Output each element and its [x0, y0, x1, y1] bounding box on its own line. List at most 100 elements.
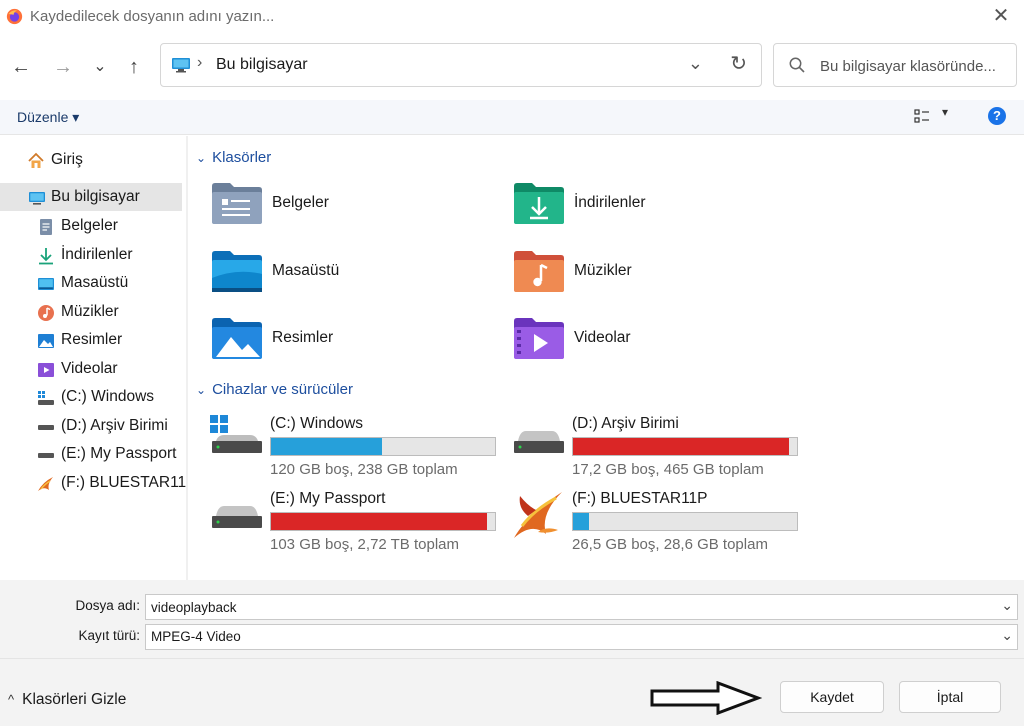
drive-name: (D:) Arşiv Birimi: [572, 415, 679, 432]
drive-icon: [212, 506, 262, 528]
sidebar-item-label: (C:) Windows: [61, 388, 155, 405]
sidebar-item-desktop[interactable]: Masaüstü: [0, 269, 182, 297]
sidebar-item-home[interactable]: Giriş: [0, 146, 182, 174]
filetype-label: Kayıt türü:: [78, 628, 140, 643]
sidebar-item-label: (E:) My Passport: [61, 445, 177, 462]
search-input[interactable]: [820, 54, 1012, 78]
drive-item-e[interactable]: (E:) My Passport 103 GB boş, 2,72 TB top…: [210, 486, 510, 562]
windows-drive-icon: [38, 391, 54, 405]
sidebar-item-drive-e[interactable]: (E:) My Passport: [0, 440, 182, 468]
sidebar-item-drive-f[interactable]: (F:) BLUESTAR11P: [0, 469, 197, 497]
firefox-icon: [6, 8, 23, 25]
music-folder-icon: [514, 251, 564, 292]
sidebar-item-drive-d[interactable]: (D:) Arşiv Birimi: [0, 412, 182, 440]
forward-button[interactable]: →: [50, 54, 76, 80]
view-dropdown-icon[interactable]: ▾: [942, 105, 948, 119]
breadcrumb[interactable]: Bu bilgisayar: [216, 56, 308, 74]
drive-usage-fill: [573, 513, 590, 530]
windows-drive-icon: [210, 415, 262, 453]
drive-usage-fill: [573, 438, 789, 455]
sidebar-item-label: Masaüstü: [61, 274, 129, 291]
content-pane: ⌄ Klasörler Belgeler İndirilenler Masaüs…: [188, 136, 1024, 580]
search-icon: [789, 57, 805, 73]
up-button[interactable]: ↑: [121, 54, 147, 80]
sidebar-item-label: Belgeler: [61, 217, 118, 234]
pictures-icon: [38, 334, 54, 348]
hide-folders-button[interactable]: ^ Klasörleri Gizle: [8, 691, 126, 709]
dialog-footer: ^ Klasörleri Gizle Kaydet İptal: [0, 658, 1024, 726]
sidebar-item-label: Müzikler: [61, 303, 119, 320]
sidebar-item-this-pc[interactable]: Bu bilgisayar: [0, 183, 182, 211]
sidebar-item-label: (D:) Arşiv Birimi: [61, 417, 168, 434]
drives-group-header[interactable]: ⌄ Cihazlar ve sürücüler: [196, 381, 353, 398]
folder-item-desktop[interactable]: Masaüstü: [212, 250, 502, 310]
group-title: Cihazlar ve sürücüler: [212, 381, 353, 398]
sidebar-item-label: (F:) BLUESTAR11P: [61, 474, 197, 491]
chevron-down-icon[interactable]: ⌄: [1001, 627, 1013, 644]
filetype-row: Kayıt türü: MPEG-4 Video ⌄: [0, 624, 1024, 650]
filename-input[interactable]: [151, 597, 991, 617]
folder-item-videos[interactable]: Videolar: [514, 317, 804, 377]
documents-folder-icon: [212, 183, 262, 224]
refresh-icon[interactable]: ↻: [730, 51, 747, 76]
drive-usage-bar: [270, 512, 496, 531]
cancel-button[interactable]: İptal: [899, 681, 1001, 713]
drive-item-f[interactable]: (F:) BLUESTAR11P 26,5 GB boş, 28,6 GB to…: [512, 486, 812, 562]
drive-icon: [38, 425, 54, 430]
drive-item-c[interactable]: (C:) Windows 120 GB boş, 238 GB toplam: [210, 411, 510, 487]
folders-group-header[interactable]: ⌄ Klasörler: [196, 149, 271, 166]
drive-name: (F:) BLUESTAR11P: [572, 490, 708, 507]
address-dropdown-icon[interactable]: ⌄: [688, 53, 703, 74]
filename-row: Dosya adı: ⌄: [0, 594, 1024, 620]
drive-icon: [38, 453, 54, 458]
phoenix-drive-icon: [38, 477, 53, 491]
sidebar-item-label: Bu bilgisayar: [51, 188, 140, 205]
title-bar: Kaydedilecek dosyanın adını yazın... ✕: [0, 0, 1024, 34]
folder-item-pictures[interactable]: Resimler: [212, 317, 502, 377]
up-arrow-icon: ↑: [129, 56, 139, 78]
sidebar-item-label: Videolar: [61, 360, 118, 377]
command-bar: Düzenle ▾ ▾ ?: [0, 100, 1024, 135]
filetype-select[interactable]: MPEG-4 Video ⌄: [145, 624, 1018, 650]
folder-label: Müzikler: [574, 262, 632, 279]
sidebar-item-documents[interactable]: Belgeler: [0, 212, 182, 240]
downloads-icon: [39, 248, 53, 265]
music-icon: [38, 305, 54, 321]
sidebar-item-label: Resimler: [61, 331, 123, 348]
drive-name: (E:) My Passport: [270, 490, 386, 507]
home-icon: [28, 152, 44, 168]
address-bar[interactable]: › Bu bilgisayar ⌄ ↻: [160, 43, 762, 87]
view-options-icon[interactable]: [914, 108, 930, 124]
folder-label: Resimler: [272, 329, 334, 346]
folder-label: Masaüstü: [272, 262, 340, 279]
folder-item-music[interactable]: Müzikler: [514, 250, 804, 310]
sidebar-item-drive-c[interactable]: (C:) Windows: [0, 383, 182, 411]
sidebar-item-downloads[interactable]: İndirilenler: [0, 241, 182, 269]
folder-label: Videolar: [574, 329, 631, 346]
documents-icon: [40, 219, 52, 235]
drive-usage-bar: [572, 437, 798, 456]
save-button[interactable]: Kaydet: [780, 681, 884, 713]
chevron-down-icon: ⌄: [196, 383, 207, 397]
drive-free-space: 26,5 GB boş, 28,6 GB toplam: [572, 536, 768, 553]
close-button[interactable]: ✕: [988, 4, 1014, 30]
sidebar-item-pictures[interactable]: Resimler: [0, 326, 182, 354]
chevron-down-icon[interactable]: ⌄: [1001, 597, 1013, 614]
search-box[interactable]: [773, 43, 1017, 87]
drive-item-d[interactable]: (D:) Arşiv Birimi 17,2 GB boş, 465 GB to…: [512, 411, 812, 487]
back-button[interactable]: ←: [8, 54, 34, 80]
filename-combobox[interactable]: ⌄: [145, 594, 1018, 620]
sidebar-item-videos[interactable]: Videolar: [0, 355, 182, 383]
window-title: Kaydedilecek dosyanın adını yazın...: [30, 8, 275, 25]
folder-item-downloads[interactable]: İndirilenler: [514, 182, 804, 242]
help-button[interactable]: ?: [988, 107, 1006, 125]
sidebar-item-music[interactable]: Müzikler: [0, 298, 182, 326]
organize-menu[interactable]: Düzenle ▾: [17, 109, 79, 126]
videos-icon: [38, 363, 54, 377]
computer-icon: [29, 192, 45, 205]
sidebar-item-label: İndirilenler: [61, 246, 133, 263]
filename-label: Dosya adı:: [75, 598, 140, 613]
videos-folder-icon: [514, 318, 564, 359]
folder-item-documents[interactable]: Belgeler: [212, 182, 502, 242]
recent-locations-button[interactable]: ⌄: [87, 54, 113, 80]
